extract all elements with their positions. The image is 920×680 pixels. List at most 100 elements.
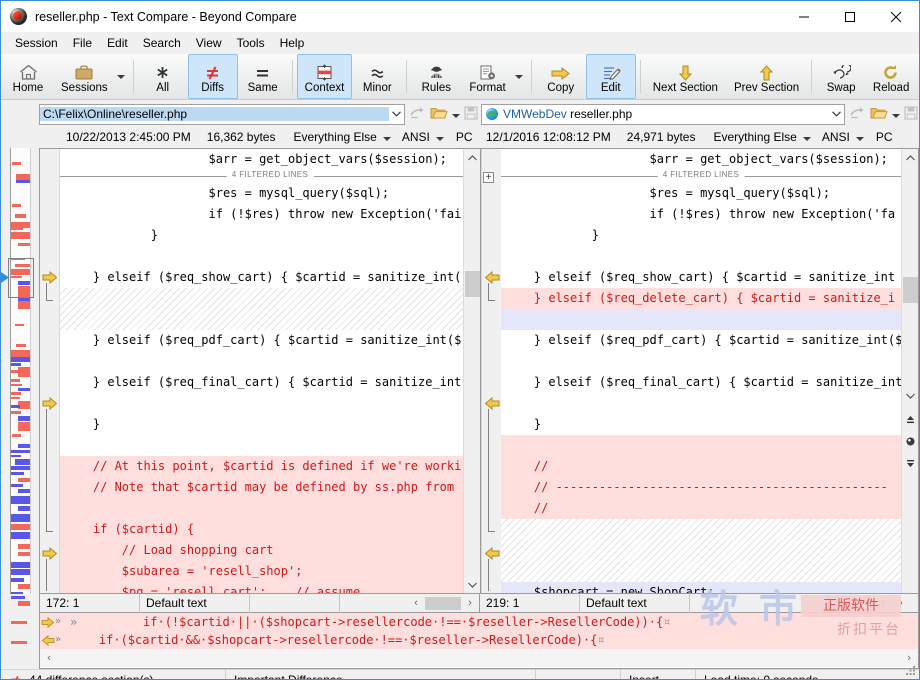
overview-viewport-box[interactable] <box>8 258 34 298</box>
right-filter-expand-button[interactable]: + <box>483 171 495 184</box>
filtered-lines-separator[interactable]: 4 FILTERED LINES <box>501 170 901 183</box>
code-line[interactable]: } <box>60 414 480 435</box>
code-line[interactable] <box>501 435 901 456</box>
menu-help[interactable]: Help <box>273 33 313 53</box>
context-button[interactable]: Context <box>297 54 353 99</box>
menu-file[interactable]: File <box>66 33 100 53</box>
save-file-icon[interactable] <box>904 106 918 123</box>
left-code-content[interactable]: $arr = get_object_vars($session);4 FILTE… <box>60 149 480 593</box>
code-line[interactable] <box>60 351 480 372</box>
format-button[interactable]: Format <box>461 54 513 99</box>
home-button[interactable]: Home <box>3 54 53 99</box>
resize-grip-icon[interactable] <box>904 664 916 676</box>
menu-view[interactable]: View <box>189 33 230 53</box>
code-line[interactable] <box>501 309 901 330</box>
browse-dropdown-icon[interactable] <box>892 107 900 121</box>
code-line[interactable]: if (!$res) throw new Exception('fa <box>501 204 901 225</box>
refresh-path-icon[interactable] <box>850 106 866 123</box>
difference-overview-bar[interactable] <box>1 148 39 594</box>
scroll-left-icon[interactable]: ‹ <box>874 594 892 612</box>
same-button[interactable]: Same <box>238 54 288 99</box>
jump-last-difference-icon[interactable] <box>902 455 919 472</box>
code-line[interactable]: $arr = get_object_vars($session); <box>60 149 480 170</box>
filtered-lines-separator[interactable]: 4 FILTERED LINES <box>60 170 480 183</box>
code-line[interactable] <box>60 498 480 519</box>
code-line[interactable]: } <box>501 414 901 435</box>
all-button[interactable]: All <box>138 54 188 99</box>
code-line[interactable]: // <box>501 456 901 477</box>
code-line[interactable]: // Load shopping cart <box>60 540 480 561</box>
left-platform[interactable]: PC <box>456 130 473 144</box>
scroll-down-icon[interactable] <box>464 576 481 593</box>
right-scrollbar-thumb[interactable] <box>903 277 918 303</box>
code-line[interactable]: } elseif ($req_pdf_cart) { $cartid = san… <box>501 330 901 351</box>
code-line[interactable]: $shopcart = new ShopCart; <box>501 582 901 593</box>
code-line[interactable]: } <box>501 225 901 246</box>
rules-button[interactable]: Rules <box>411 54 461 99</box>
left-vertical-scrollbar[interactable] <box>463 149 480 593</box>
next-section-button[interactable]: Next Section <box>645 54 726 99</box>
left-path-input[interactable]: C:\Felix\Online\reseller.php <box>39 104 405 125</box>
diffs-button[interactable]: Diffs <box>188 54 238 99</box>
left-scrollbar-thumb[interactable] <box>465 271 480 297</box>
right-code-content[interactable]: $arr = get_object_vars($session);4 FILTE… <box>501 149 901 593</box>
scroll-up-icon[interactable] <box>464 149 481 166</box>
menu-search[interactable]: Search <box>136 33 189 53</box>
right-ruleset-dropdown-icon[interactable] <box>803 130 811 144</box>
menu-edit[interactable]: Edit <box>100 33 136 53</box>
right-encoding-dropdown-icon[interactable] <box>856 130 864 144</box>
close-button[interactable] <box>873 1 919 32</box>
edit-button[interactable]: Edit <box>586 54 636 99</box>
right-path-dropdown-icon[interactable] <box>829 111 844 117</box>
sessions-dropdown-button[interactable] <box>116 54 129 99</box>
sessions-button[interactable]: Sessions <box>53 54 116 99</box>
left-hscroll-thumb[interactable] <box>425 597 461 610</box>
inline-difference-panel[interactable]: » » if·(!$cartid·||·($shopcart->reseller… <box>39 613 919 669</box>
browse-dropdown-icon[interactable] <box>452 107 460 121</box>
save-file-icon[interactable] <box>464 106 478 123</box>
code-line[interactable]: // At this point, $cartid is defined if … <box>60 456 480 477</box>
reload-button[interactable]: Reload <box>866 54 916 99</box>
scroll-right-icon[interactable]: › <box>461 594 479 612</box>
code-line[interactable]: } elseif ($req_pdf_cart) { $cartid = san… <box>60 330 480 351</box>
inline-right-row[interactable]: » if·($cartid·&&·$shopcart->resellercode… <box>40 631 918 649</box>
inline-left-row[interactable]: » » if·(!$cartid·||·($shopcart->reseller… <box>40 613 918 631</box>
scroll-left-icon[interactable]: ‹ <box>407 594 425 612</box>
code-line[interactable]: $subarea = 'resell_shop'; <box>60 561 480 582</box>
code-line[interactable] <box>60 393 480 414</box>
scroll-right-icon[interactable]: › <box>892 594 910 612</box>
right-ruleset[interactable]: Everything Else <box>713 130 796 144</box>
code-line[interactable]: } elseif ($req_final_cart) { $cartid = s… <box>60 372 480 393</box>
code-line[interactable] <box>501 351 901 372</box>
left-ruleset-dropdown-icon[interactable] <box>383 130 391 144</box>
code-line[interactable] <box>60 246 480 267</box>
browse-folder-icon[interactable] <box>430 106 448 123</box>
right-horizontal-scrollbar[interactable]: ‹ › <box>874 594 918 612</box>
left-text-pane[interactable]: $arr = get_object_vars($session);4 FILTE… <box>39 148 481 594</box>
left-horizontal-scrollbar[interactable]: ‹ › <box>407 594 479 612</box>
right-path-input[interactable]: VMWebDev reseller.php <box>481 104 845 125</box>
refresh-path-icon[interactable] <box>410 106 426 123</box>
inline-horizontal-scrollbar[interactable]: ‹ › <box>40 649 918 667</box>
code-line[interactable]: if (!$res) throw new Exception('fai <box>60 204 480 225</box>
center-difference-icon[interactable] <box>902 433 919 450</box>
code-line[interactable]: } elseif ($req_final_cart) { $cartid = s… <box>501 372 901 393</box>
copy-button[interactable]: Copy <box>536 54 586 99</box>
menu-tools[interactable]: Tools <box>230 33 273 53</box>
right-text-pane[interactable]: + $arr = get_object_vars($session);4 FIL <box>481 148 919 594</box>
code-line[interactable]: } elseif ($req_show_cart) { $cartid = sa… <box>60 267 480 288</box>
left-encoding-dropdown-icon[interactable] <box>436 130 444 144</box>
scroll-down-icon[interactable] <box>902 387 919 404</box>
code-line[interactable]: // Note that $cartid may be defined by s… <box>60 477 480 498</box>
browse-folder-icon[interactable] <box>870 106 888 123</box>
minor-button[interactable]: Minor <box>352 54 402 99</box>
code-line[interactable] <box>60 435 480 456</box>
left-encoding[interactable]: ANSI <box>402 130 430 144</box>
code-line[interactable]: $res = mysql_query($sql); <box>501 183 901 204</box>
code-line[interactable]: } elseif ($req_show_cart) { $cartid = sa… <box>501 267 901 288</box>
left-path-dropdown-icon[interactable] <box>389 111 404 117</box>
swap-button[interactable]: Swap <box>816 54 866 99</box>
code-line[interactable]: // <box>501 498 901 519</box>
code-line[interactable] <box>501 246 901 267</box>
code-line[interactable]: if ($cartid) { <box>60 519 480 540</box>
